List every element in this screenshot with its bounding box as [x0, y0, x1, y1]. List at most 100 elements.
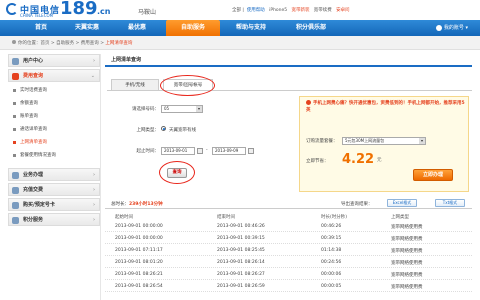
breadcrumb-path[interactable]: 你的位置：首页 > 自助服务 > 费用查询 >: [18, 41, 105, 46]
recharge-icon: [12, 187, 19, 194]
cell-start: 2013-09-01 00:00:00: [115, 236, 163, 241]
sidebar-group-buy-card[interactable]: 购买/预定号卡 ›: [8, 198, 100, 211]
calendar-icon[interactable]: [248, 148, 254, 154]
sidebar-item-internet-detail[interactable]: 上网清单查询: [8, 136, 100, 149]
sidebar-group-label: 费用查询: [23, 73, 44, 79]
breadcrumb-current: 上网清单查询: [105, 41, 133, 46]
col-type: 上网类型: [391, 215, 409, 220]
cell-type: 宽带网络使用费: [391, 225, 423, 230]
cell-duration: 00:00:05: [321, 284, 342, 289]
type-radio-broadband[interactable]: [161, 126, 166, 131]
bullet-icon: [13, 154, 16, 157]
my-account-label: 我的账号: [443, 25, 464, 31]
nav-points-club[interactable]: 积分俱乐部: [282, 20, 340, 36]
sidebar-group-label: 购买/预定号卡: [23, 202, 55, 208]
alert-icon: [306, 100, 311, 105]
nav-help-support[interactable]: 帮助与支持: [222, 20, 280, 36]
nav-my-account[interactable]: 我的账号 ▾: [435, 20, 468, 36]
toplink-iphone5[interactable]: iPhone5: [269, 8, 287, 13]
table-row: 2013-09-01 08:26:54 2013-09-01 08:26:59 …: [105, 281, 472, 292]
col-start-time: 起始时间: [115, 215, 133, 220]
cell-start: 2013-09-01 07:11:17: [115, 248, 163, 253]
col-duration: 时长(时分秒): [321, 215, 348, 220]
cell-start: 2013-09-01 08:26:54: [115, 284, 163, 289]
cell-end: 2013-09-01 08:26:59: [217, 284, 265, 289]
sidebar-item-realtime-fee[interactable]: 实时话费查询: [8, 84, 100, 97]
top-bar: 中国电信 CHINA TELECOM 189 .cn 马鞍山 全部 | 使用帮助…: [0, 0, 480, 20]
city-selector[interactable]: 马鞍山: [138, 7, 156, 16]
telecom-wave-icon: [6, 3, 18, 15]
save-price: 4.22: [342, 152, 375, 167]
promo-note-text: 手机上网费心痛？快开通优惠包，资费低到的！手机上网都开始，推荐采用5英: [306, 101, 465, 113]
promo-panel: 手机上网费心痛？快开通优惠包，资费低到的！手机上网都开始，推荐采用5英 订购流量…: [299, 96, 469, 192]
sidebar-item-balance[interactable]: 余额查询: [8, 97, 100, 110]
sidebar-item-label: 余额查询: [20, 101, 38, 106]
toplink-help[interactable]: 使用帮助: [247, 8, 265, 13]
sidebar-group-user-center[interactable]: 用户中心 ›: [8, 54, 100, 67]
export-txt-button[interactable]: Txt格式: [435, 199, 465, 207]
business-icon: [12, 172, 19, 179]
end-date-input[interactable]: 2013-09-09: [212, 147, 246, 155]
calendar-icon[interactable]: [197, 148, 203, 154]
account-label: 请选择号码：: [132, 107, 159, 112]
export-label: 导出查询结果：: [341, 202, 373, 207]
nav-self-service[interactable]: 自助服务: [166, 20, 220, 36]
cell-type: 宽带网络使用费: [391, 261, 423, 266]
user-icon: [435, 24, 442, 31]
sidebar-group-label: 用户中心: [23, 58, 44, 64]
buy-now-button[interactable]: 立即办理: [413, 169, 453, 181]
table-row: 2013-09-01 08:26:21 2013-09-01 08:26:27 …: [105, 269, 472, 280]
cell-duration: 00:00:06: [321, 272, 342, 277]
main-nav: 首页 天翼实惠 最优惠 自助服务 帮助与支持 积分俱乐部 我的账号 ▾: [0, 20, 480, 36]
sidebar-group-label: 充值交费: [23, 187, 44, 193]
sidebar-item-bill[interactable]: 账单查询: [8, 110, 100, 123]
sidebar-item-package-usage[interactable]: 套餐使用情况查询: [8, 149, 100, 162]
sidebar-group-recharge[interactable]: 充值交费 ›: [8, 183, 100, 196]
chevron-right-icon: ›: [92, 58, 95, 64]
toplink-android[interactable]: 安卓问: [336, 8, 350, 13]
cell-duration: 00:24:56: [321, 260, 342, 265]
cell-end: 2013-09-01 08:26:14: [217, 260, 265, 265]
bullet-icon: [13, 89, 16, 92]
sidebar-group-fee-query[interactable]: 费用查询 ⌄: [8, 69, 100, 82]
sidebar-item-call-detail[interactable]: 通话详单查询: [8, 123, 100, 136]
bullet-icon: [13, 115, 16, 118]
chevron-down-icon: ▾: [196, 106, 202, 112]
cell-start: 2013-09-01 08:26:21: [115, 272, 163, 277]
package-select[interactable]: 5元包30M上网流量包 ▾: [342, 137, 426, 145]
account-select[interactable]: 05 ▾: [161, 105, 203, 113]
nav-tianyi[interactable]: 天翼实惠: [62, 20, 112, 36]
export-excel-button[interactable]: Excel格式: [387, 199, 417, 207]
cell-duration: 00:39:15: [321, 236, 342, 241]
chevron-right-icon: ›: [92, 172, 95, 178]
toplink-broadband-new[interactable]: 宽带新装: [291, 8, 309, 13]
sidebar: 用户中心 › 费用查询 ⌄ 实时话费查询 余额查询 账单查询 通话详单查询 上网清单…: [8, 54, 101, 300]
tab-divider: [107, 90, 472, 91]
toplink-all[interactable]: 全部: [232, 8, 241, 13]
package-select-value: 5元包30M上网流量包: [345, 138, 385, 143]
total-value: 239小时13分钟: [129, 202, 163, 207]
account-select-value: 05: [164, 106, 170, 111]
chevron-right-icon: ›: [92, 217, 95, 223]
price-unit: 元: [377, 158, 382, 163]
nav-home[interactable]: 首页: [20, 20, 62, 36]
fee-query-icon: [12, 73, 19, 80]
site-logo-189[interactable]: 189: [60, 0, 98, 19]
start-date-input[interactable]: 2013-09-01: [161, 147, 195, 155]
annotation-circle-tab: [160, 75, 215, 96]
bullet-icon: [13, 141, 16, 144]
site-logo-tld: .cn: [97, 7, 111, 16]
nav-best-deals[interactable]: 最优惠: [112, 20, 162, 36]
table-row: 2013-09-01 07:11:17 2013-09-01 08:25:45 …: [105, 245, 472, 256]
promo-note: 手机上网费心痛？快开通优惠包，资费低到的！手机上网都开始，推荐采用5英: [306, 100, 466, 114]
sidebar-group-business[interactable]: 业务办理 ›: [8, 168, 100, 181]
toplink-broadband-renew[interactable]: 宽带续费: [314, 8, 332, 13]
sidebar-group-points[interactable]: 积分服务 ›: [8, 213, 100, 226]
china-telecom-logo[interactable]: 中国电信 CHINA TELECOM: [6, 1, 59, 18]
location-pin-icon: [12, 40, 16, 44]
total-duration: 总时长：239小时13分钟: [111, 201, 163, 207]
points-icon: [12, 217, 19, 224]
col-end-time: 结束时间: [217, 215, 235, 220]
table-row: 2013-09-01 00:00:00 2013-09-01 00:39:15 …: [105, 233, 472, 244]
cell-start: 2013-09-01 00:00:00: [115, 224, 163, 229]
